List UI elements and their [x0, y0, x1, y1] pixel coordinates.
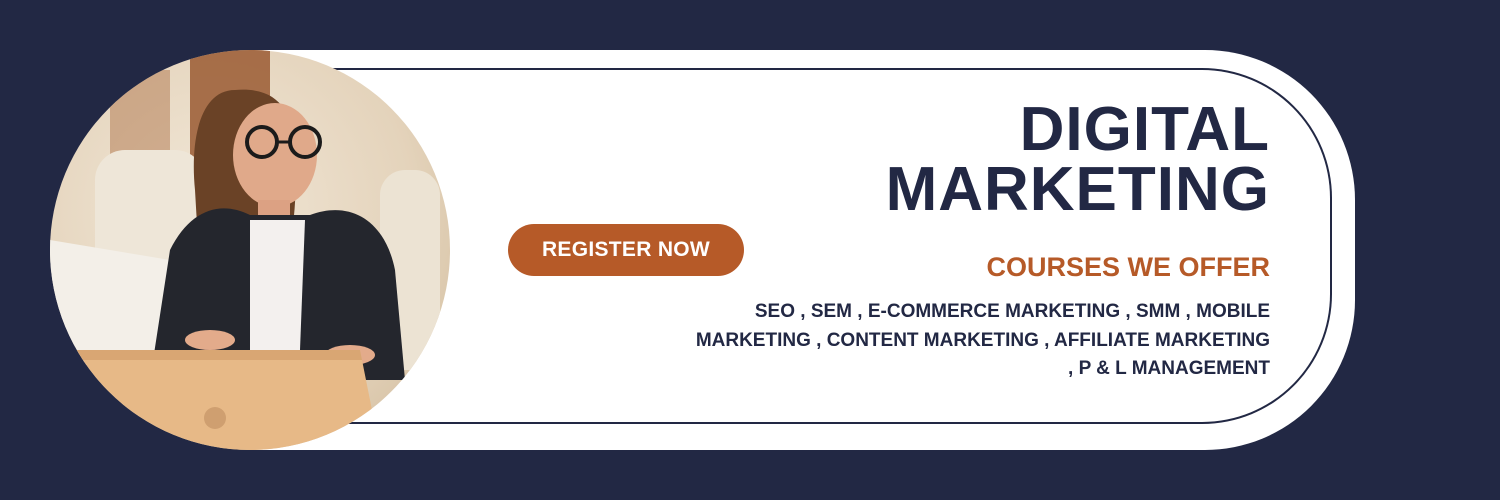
register-now-button[interactable]: REGISTER NOW: [508, 224, 744, 276]
courses-list-text: SEO , SEM , E-COMMERCE MARKETING , SMM ,…: [695, 301, 1270, 379]
title-line-1: DIGITAL: [1019, 95, 1270, 164]
title-line-2: MARKETING: [885, 155, 1270, 224]
courses-subtitle: COURSES WE OFFER: [986, 252, 1270, 282]
page-title: DIGITAL MARKETING: [885, 95, 1270, 224]
profile-photo: [50, 50, 450, 450]
woman-with-laptop-illustration: [50, 50, 440, 450]
